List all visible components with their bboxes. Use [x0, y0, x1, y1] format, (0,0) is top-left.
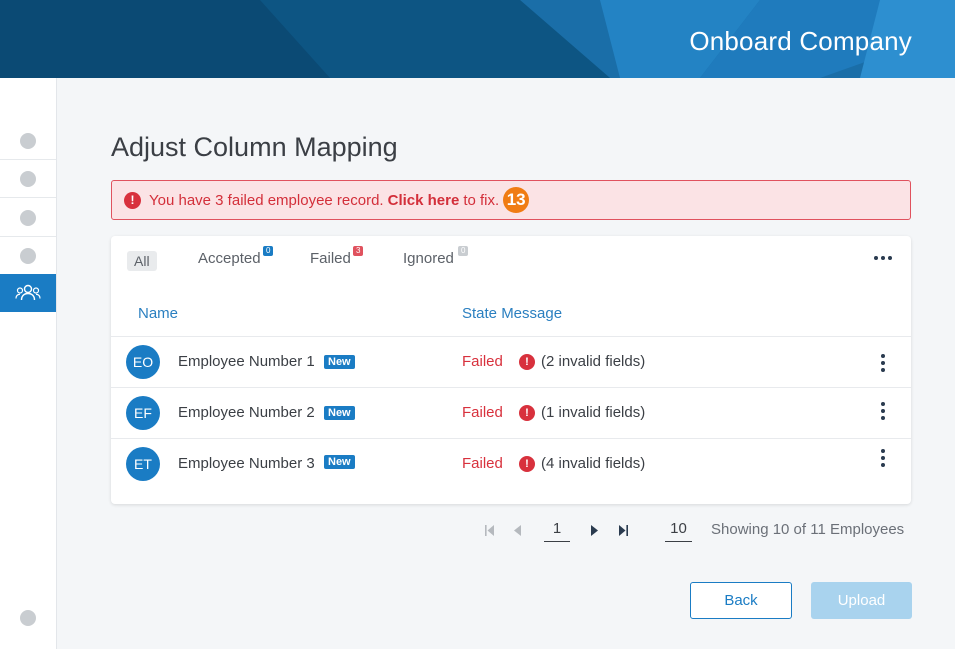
- page-size-select[interactable]: 10: [665, 520, 692, 542]
- avatar: EF: [126, 396, 160, 430]
- app-header: Onboard Company: [0, 0, 955, 78]
- state-message: (1 invalid fields): [541, 404, 646, 421]
- fix-link[interactable]: Click here: [388, 192, 460, 209]
- step-number-badge: 13: [503, 187, 530, 213]
- tab-failed[interactable]: Failed 3: [310, 246, 364, 267]
- error-info-icon[interactable]: !: [519, 456, 535, 472]
- last-page-icon[interactable]: [618, 525, 628, 536]
- employee-name: Employee Number 1: [178, 353, 315, 370]
- avatar: EO: [126, 345, 160, 379]
- sidebar-step-employees[interactable]: [0, 274, 56, 312]
- back-button[interactable]: Back: [690, 582, 792, 619]
- alert-text: You have 3 failed employee record.: [149, 191, 384, 209]
- first-page-icon[interactable]: [485, 525, 495, 536]
- tab-failed-label: Failed: [310, 250, 351, 267]
- step-dot: [20, 247, 36, 264]
- table-row[interactable]: ET Employee Number 3 New Failed ! (4 inv…: [111, 438, 911, 489]
- row-menu-icon[interactable]: [881, 449, 885, 467]
- sidebar-step-4[interactable]: [0, 237, 56, 275]
- previous-page-icon[interactable]: [513, 525, 522, 536]
- tab-accepted[interactable]: Accepted 0: [198, 246, 274, 267]
- employee-name: Employee Number 2: [178, 404, 315, 421]
- tab-accepted-label: Accepted: [198, 250, 261, 267]
- pagination-summary: Showing 10 of 11 Employees: [711, 521, 905, 538]
- sidebar-step-2[interactable]: [0, 160, 56, 198]
- new-badge: New: [324, 355, 355, 369]
- status-text: Failed: [462, 404, 503, 421]
- tab-accepted-count: 0: [263, 246, 274, 256]
- status-text: Failed: [462, 353, 503, 370]
- alert-text-after: to fix.: [463, 191, 500, 209]
- sidebar-step-1[interactable]: [0, 122, 56, 160]
- employee-name: Employee Number 3: [178, 455, 315, 472]
- more-options-icon[interactable]: [874, 256, 892, 260]
- state-message: (4 invalid fields): [541, 455, 646, 472]
- tab-ignored[interactable]: Ignored 0: [403, 246, 469, 267]
- row-menu-icon[interactable]: [881, 354, 885, 372]
- avatar: ET: [126, 447, 160, 481]
- next-page-icon[interactable]: [590, 525, 599, 536]
- users-icon: [15, 284, 41, 301]
- header-title: Onboard Company: [689, 26, 912, 56]
- sidebar-step-3[interactable]: [0, 199, 56, 237]
- sidebar-bottom-dot[interactable]: [20, 610, 36, 626]
- status-text: Failed: [462, 455, 503, 472]
- new-badge: New: [324, 406, 355, 420]
- upload-button[interactable]: Upload: [811, 582, 912, 619]
- step-dot: [20, 209, 36, 226]
- new-badge: New: [324, 455, 355, 469]
- state-message: (2 invalid fields): [541, 353, 646, 370]
- table-row[interactable]: EO Employee Number 1 New Failed ! (2 inv…: [111, 336, 911, 387]
- tab-all[interactable]: All: [127, 251, 157, 271]
- step-dot: [20, 170, 36, 187]
- tab-ignored-count: 0: [458, 246, 469, 256]
- page-number-input[interactable]: 1: [544, 520, 570, 542]
- step-dot: [20, 132, 36, 149]
- tab-failed-count: 3: [353, 246, 364, 256]
- table-row[interactable]: EF Employee Number 2 New Failed ! (1 inv…: [111, 387, 911, 438]
- error-info-icon[interactable]: !: [519, 405, 535, 421]
- employee-table-card: All Accepted 0 Failed 3 Ignored 0 Name S…: [111, 236, 911, 504]
- tab-ignored-label: Ignored: [403, 250, 454, 267]
- column-header-name[interactable]: Name: [138, 305, 178, 322]
- error-alert: ! You have 3 failed employee record. Cli…: [111, 180, 911, 220]
- row-menu-icon[interactable]: [881, 402, 885, 420]
- column-header-state-message[interactable]: State Message: [462, 305, 562, 322]
- error-info-icon[interactable]: !: [519, 354, 535, 370]
- page-title: Adjust Column Mapping: [111, 132, 398, 162]
- error-icon: !: [124, 191, 141, 209]
- sidebar: [0, 78, 57, 649]
